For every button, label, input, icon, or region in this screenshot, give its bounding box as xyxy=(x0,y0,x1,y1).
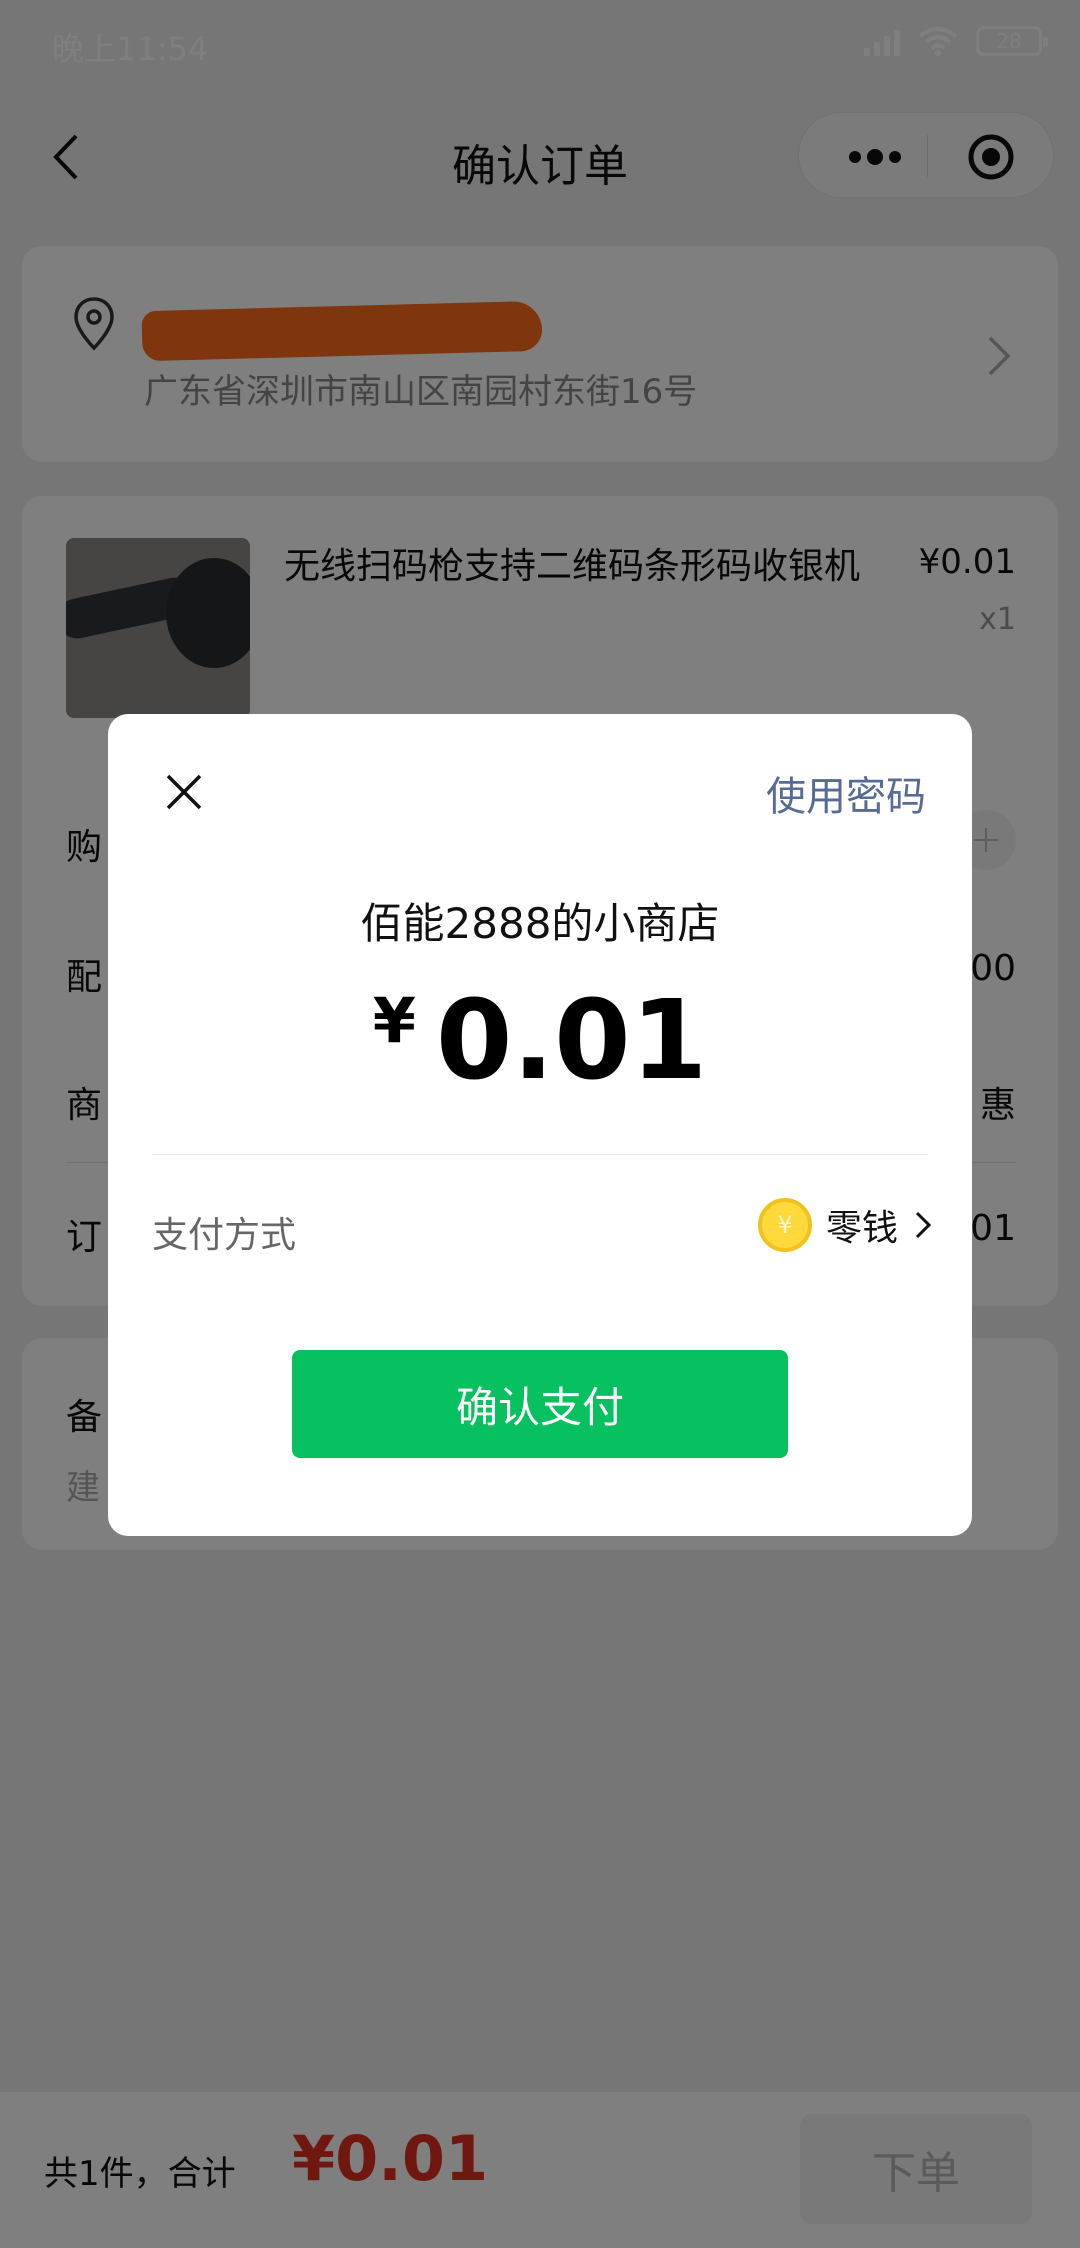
use-password-link[interactable]: 使用密码 xyxy=(766,764,926,822)
confirm-pay-button[interactable]: 确认支付 xyxy=(292,1350,788,1458)
pay-method-selector[interactable]: ¥ 零钱 xyxy=(757,1198,932,1252)
amount-value: 0.01 xyxy=(435,976,708,1104)
chevron-right-icon xyxy=(915,1211,932,1239)
currency-symbol: ¥ xyxy=(372,984,416,1057)
pay-method-value: 零钱 xyxy=(825,1208,898,1249)
coin-icon: ¥ xyxy=(757,1198,812,1252)
pay-amount: ¥0.01 xyxy=(108,976,972,1104)
shop-name: 佰能2888的小商店 xyxy=(360,899,720,948)
pay-dialog: 使用密码 佰能2888的小商店 ¥0.01 支付方式 ¥ 零钱 确认支付 xyxy=(108,714,972,1536)
pay-method-label: 支付方式 xyxy=(152,1215,297,1256)
close-icon[interactable] xyxy=(164,772,204,812)
divider xyxy=(152,1154,928,1155)
